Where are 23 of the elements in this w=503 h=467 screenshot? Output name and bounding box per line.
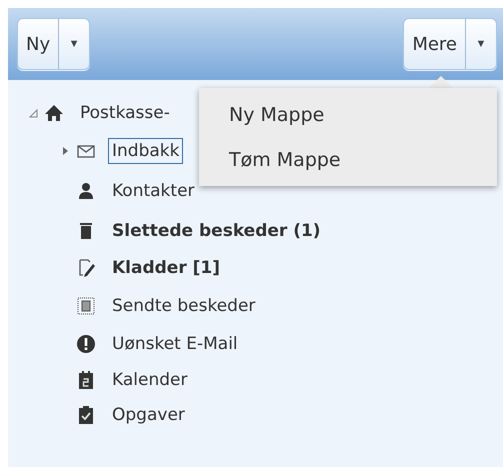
folder-label[interactable]: Slettede beskeder (1): [108, 218, 325, 244]
menu-item[interactable]: Tøm Mappe: [199, 148, 497, 170]
clipboard-check-icon: [76, 405, 96, 425]
folder-label[interactable]: Sendte beskeder: [108, 293, 260, 319]
expand-arrow-icon[interactable]: [60, 146, 70, 156]
dropdown-button[interactable]: ▼: [466, 19, 496, 69]
person-icon: [76, 181, 96, 201]
folder-label[interactable]: Opgaver: [108, 402, 189, 428]
toolbar-button[interactable]: Mere: [404, 19, 466, 69]
folder-label[interactable]: Postkasse-: [76, 100, 174, 126]
dotted-frame-icon: [76, 296, 96, 316]
collapse-arrow-icon[interactable]: [28, 108, 38, 118]
folder-label[interactable]: Kladder [1]: [108, 255, 224, 281]
menu-item[interactable]: Ny Mappe: [199, 104, 497, 126]
folder-label[interactable]: Kalender: [108, 367, 192, 393]
exclamation-icon: [76, 334, 96, 354]
folder-label[interactable]: Indbakk: [108, 138, 184, 164]
toolbar-button[interactable]: Ny: [18, 19, 60, 69]
folder-label[interactable]: Kontakter: [108, 178, 199, 204]
calendar-icon: [76, 370, 96, 390]
home-icon: [44, 103, 64, 123]
dropdown-button[interactable]: ▼: [59, 19, 90, 69]
folder-label[interactable]: Uønsket E-Mail: [108, 331, 242, 357]
